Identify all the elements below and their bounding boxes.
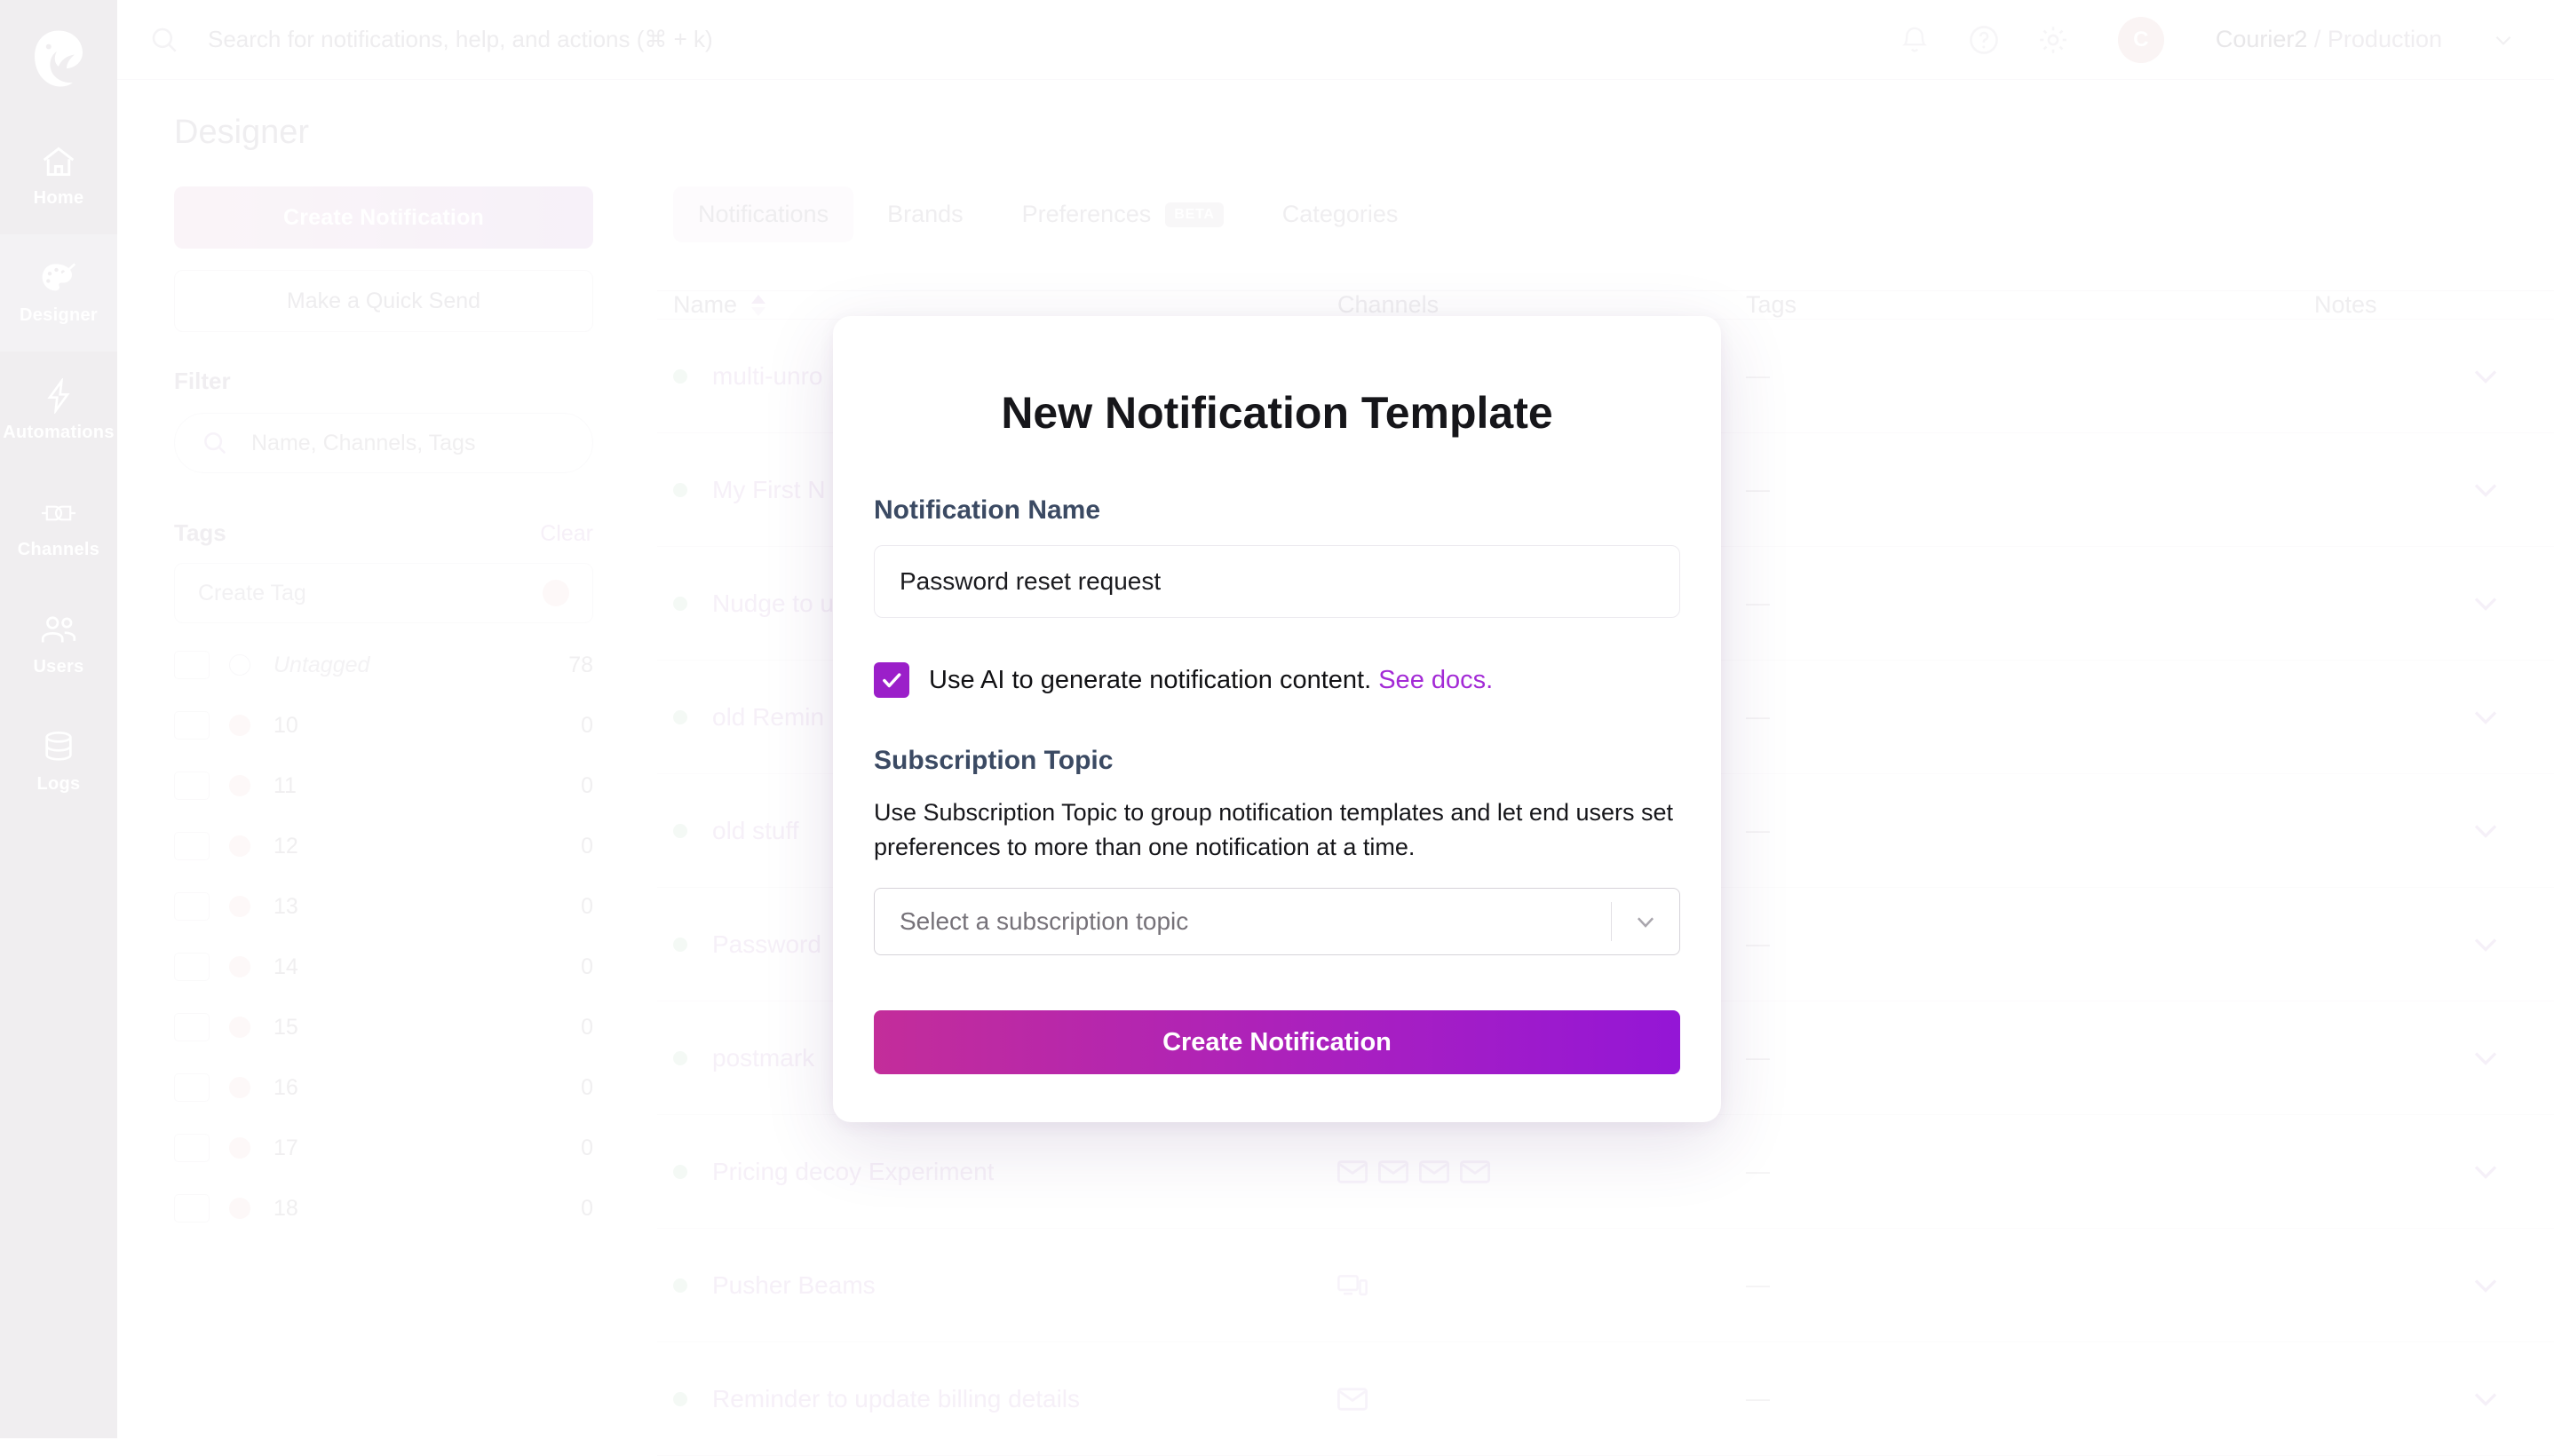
new-notification-template-dialog: New Notification Template Notification N… xyxy=(833,316,1721,1122)
subscription-topic-description: Use Subscription Topic to group notifica… xyxy=(874,795,1680,865)
subscription-topic-placeholder: Select a subscription topic xyxy=(900,907,1611,936)
use-ai-checkbox[interactable] xyxy=(874,662,909,698)
dialog-title: New Notification Template xyxy=(874,387,1680,439)
notification-name-label: Notification Name xyxy=(874,495,1680,526)
create-notification-submit-button[interactable]: Create Notification xyxy=(874,1010,1680,1074)
modal-layer: New Notification Template Notification N… xyxy=(0,0,2554,1438)
select-caret[interactable] xyxy=(1612,908,1679,935)
page-title: Designer xyxy=(174,114,309,152)
chevron-down-icon xyxy=(1632,908,1659,935)
subscription-topic-label: Subscription Topic xyxy=(874,746,1680,776)
notification-name-value: Password reset request xyxy=(900,567,1161,596)
see-docs-link[interactable]: See docs. xyxy=(1378,666,1493,694)
use-ai-checkbox-row[interactable]: Use AI to generate notification content.… xyxy=(874,662,1680,698)
subscription-topic-select[interactable]: Select a subscription topic xyxy=(874,888,1680,955)
check-icon xyxy=(880,669,903,692)
use-ai-label: Use AI to generate notification content.… xyxy=(929,666,1493,695)
notification-name-input[interactable]: Password reset request xyxy=(874,545,1680,618)
use-ai-text: Use AI to generate notification content. xyxy=(929,666,1378,694)
